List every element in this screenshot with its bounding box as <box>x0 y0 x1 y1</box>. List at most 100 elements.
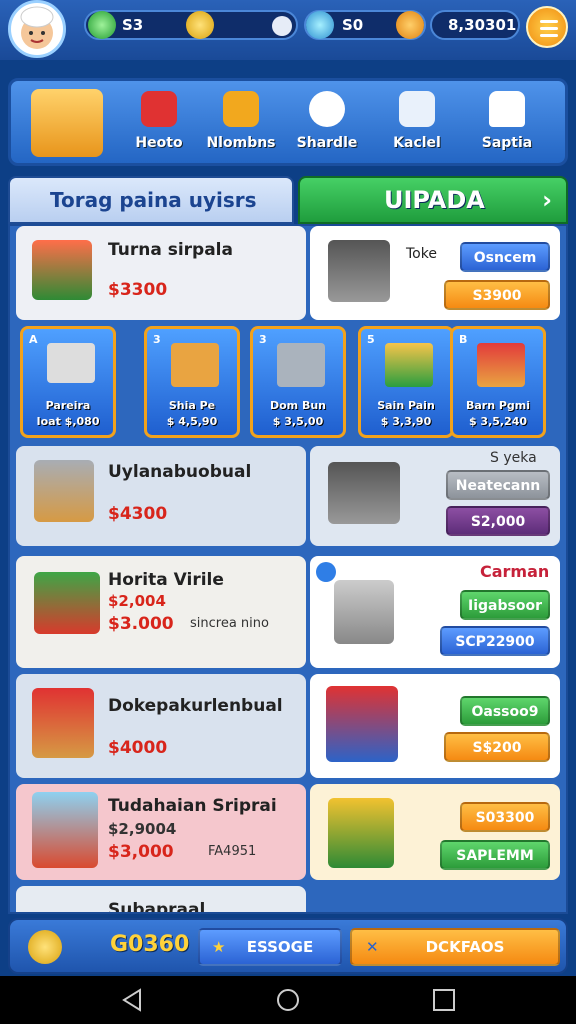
item-1-top-button[interactable]: Osncem <box>460 242 550 272</box>
item-2-buy-button[interactable]: S2,000 <box>446 506 550 536</box>
tabs: Torag paina uyisrs UIPADA › <box>8 176 568 224</box>
item-row-1[interactable]: Turna sirpala $3300 <box>16 226 306 320</box>
recents-icon <box>433 989 455 1011</box>
item-row-3[interactable]: Horita Virile $2,004 $3.000 sincrea nino <box>16 556 306 668</box>
item-detail-label: S yeka <box>490 450 537 466</box>
player-avatar[interactable] <box>8 0 66 58</box>
system-nav-bar <box>0 976 576 1024</box>
item-row-5[interactable]: Tudahaian Sriprai $2,9004 $3,000 FA4951 <box>16 784 306 880</box>
register-icon <box>277 343 325 387</box>
item-4-top-button[interactable]: Oassoo9 <box>460 696 550 726</box>
item-detail-5: S03300 SAPLEMM <box>310 784 560 880</box>
currency-pill-2: S0 <box>304 10 426 40</box>
item-extra: FA4951 <box>208 844 257 859</box>
item-name: Subapraal <box>108 900 206 914</box>
blue-gem-icon <box>306 11 334 39</box>
gold-coin-icon <box>186 11 214 39</box>
item-row-6[interactable]: Subapraal <box>16 886 306 914</box>
coin-count: G0360 <box>110 932 190 957</box>
item-detail-1: Toke Osncem S3900 <box>310 226 560 320</box>
category-shardle[interactable]: Shardle <box>287 91 367 161</box>
coin-bag-icon <box>396 11 424 39</box>
mini-card-number: B <box>459 333 468 346</box>
star-icon: ★ <box>212 938 226 956</box>
system-nav-icons <box>122 988 455 1012</box>
green-gem-icon <box>88 11 116 39</box>
item-detail-4: Oassoo9 S$200 <box>310 674 560 778</box>
laptop-icon <box>47 343 95 383</box>
mini-card-3[interactable]: 3 Dom Bun $ 3,5,00 <box>250 326 346 438</box>
category-saptia[interactable]: Saptia <box>467 91 547 161</box>
item-detail-label: Carman <box>480 562 550 581</box>
item-name: Horita Virile <box>108 570 224 590</box>
item-3-top-button[interactable]: Iigabsoor <box>460 590 550 620</box>
bottom-right-label: DCKFAOS <box>425 938 505 956</box>
category-bar: Heoto Nlombns Shardle Kaclel Saptia <box>8 78 568 166</box>
bottom-middle-button[interactable]: ★ ESSOGE <box>198 928 342 966</box>
treasure-box-icon <box>31 89 103 157</box>
currency-2-value: S0 <box>342 16 364 34</box>
item-row-4[interactable]: Dokepakurlenbual $4000 <box>16 674 306 778</box>
item-5-top-button[interactable]: S03300 <box>460 802 550 832</box>
vegetable-cart-icon <box>34 572 100 634</box>
currency-1-value: S3 <box>122 16 144 34</box>
home-icon <box>277 989 299 1011</box>
item-row-2[interactable]: Uylanabuobual $4300 <box>16 446 306 546</box>
menu-button[interactable] <box>526 6 568 48</box>
item-price: $3,000 <box>108 842 174 862</box>
info-icon[interactable] <box>316 562 336 582</box>
item-price: $4000 <box>108 738 168 758</box>
mini-card-5[interactable]: B Barn Pgmi $ 3,5,240 <box>450 326 546 438</box>
item-detail-3: Carman Iigabsoor SCP22900 <box>310 556 560 668</box>
balance-pill: 8,30301 <box>430 10 520 40</box>
item-5-buy-button[interactable]: SAPLEMM <box>440 840 550 870</box>
item-price: $3300 <box>108 280 168 300</box>
balance-value: 8,30301 <box>448 16 517 34</box>
blue-basket-icon <box>326 686 398 762</box>
box-icon <box>223 91 259 127</box>
mini-card-number: 3 <box>153 333 161 346</box>
mini-card-price: $ 3,3,90 <box>380 415 432 428</box>
item-name: Dokepakurlenbual <box>108 696 283 716</box>
produce-crate-icon <box>32 240 92 300</box>
mini-card-name: Dom Bun <box>269 399 327 412</box>
tab-shop[interactable]: Torag paina uyisrs <box>8 176 294 224</box>
item-2-top-button[interactable]: Neatecann <box>446 470 550 500</box>
category-heoto[interactable]: Heoto <box>119 91 199 161</box>
item-4-buy-button[interactable]: S$200 <box>444 732 550 762</box>
cart-icon <box>399 91 435 127</box>
mini-card-4[interactable]: 5 Sain Pain $ 3,3,90 <box>358 326 454 438</box>
category-label: Heoto <box>135 135 183 151</box>
bottom-middle-label: ESSOGE <box>246 938 314 956</box>
chevron-right-icon: › <box>542 186 552 214</box>
category-label: Shardle <box>296 135 358 151</box>
shop-panel: Turna sirpala $3300 Toke Osncem S3900 A … <box>8 224 568 914</box>
house-icon <box>489 91 525 127</box>
category-nlombns[interactable]: Nlombns <box>201 91 281 161</box>
mini-card-name: Pareira <box>45 399 91 412</box>
mini-card-number: A <box>29 333 38 346</box>
item-name: Tudahaian Sriprai <box>108 796 277 816</box>
item-3-buy-button[interactable]: SCP22900 <box>440 626 550 656</box>
mini-card-price: Ioat $,080 <box>36 415 100 428</box>
mini-card-price: $ 3,5,240 <box>468 415 528 428</box>
tab-upgrade[interactable]: UIPADA › <box>298 176 568 224</box>
bottom-right-button[interactable]: ✕ DCKFAOS <box>350 928 560 966</box>
item-name: Uylanabuobual <box>108 462 252 482</box>
item-1-buy-button[interactable]: S3900 <box>444 280 550 310</box>
category-label: Kaclel <box>393 135 441 151</box>
mini-card-number: 3 <box>259 333 267 346</box>
mini-card-1[interactable]: A Pareira Ioat $,080 <box>20 326 116 438</box>
category-kaclel[interactable]: Kaclel <box>377 91 457 161</box>
item-price: $3.000 <box>108 614 174 634</box>
item-detail-2: S yeka Neatecann S2,000 <box>310 446 560 546</box>
mini-card-2[interactable]: 3 Shia Pe $ 4,5,90 <box>144 326 240 438</box>
dropdown-icon[interactable] <box>272 16 292 36</box>
item-old-price: $2,004 <box>108 592 166 610</box>
dumpster-cart-icon <box>328 462 400 524</box>
bottom-bar: G0360 ★ ESSOGE ✕ DCKFAOS <box>8 918 568 974</box>
mini-card-name: Sain Pain <box>377 399 435 412</box>
item-price: $4300 <box>108 504 168 524</box>
item-extra: sincrea nino <box>190 616 269 631</box>
item-old-price: $2,9004 <box>108 820 177 838</box>
